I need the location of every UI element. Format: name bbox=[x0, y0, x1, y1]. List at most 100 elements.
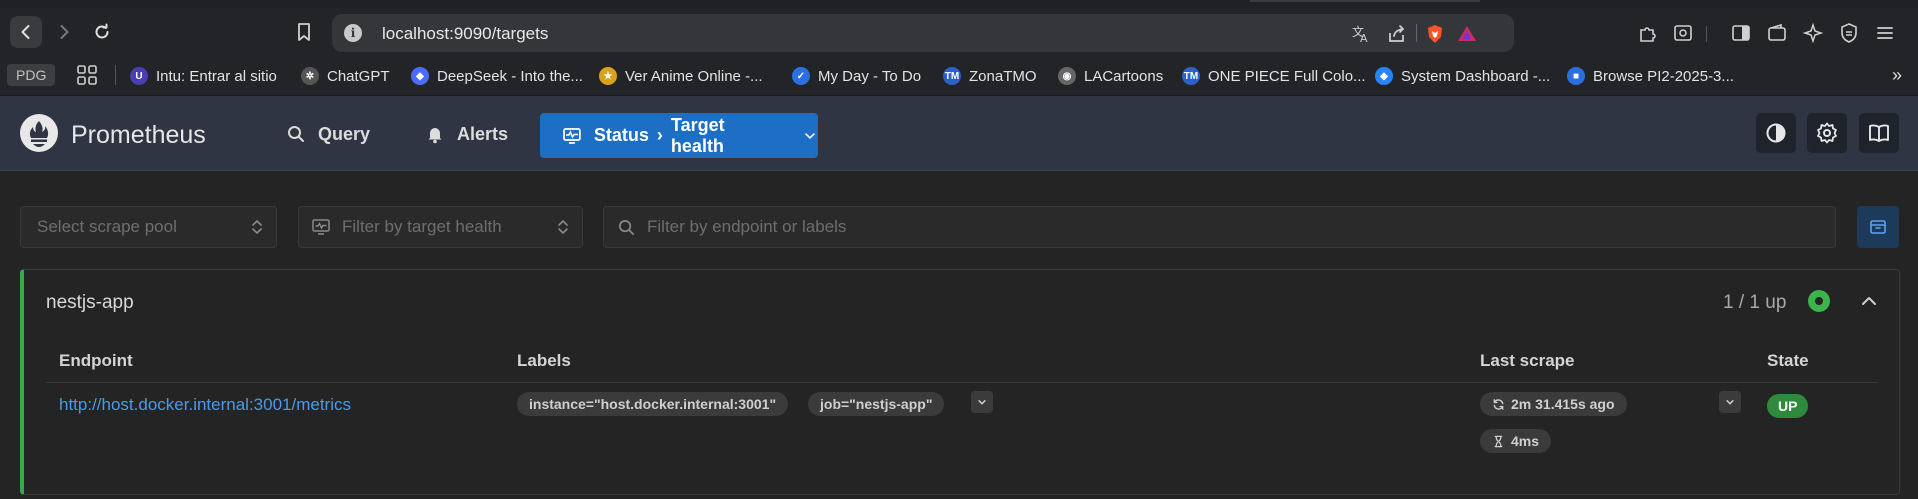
health-monitor-icon bbox=[312, 219, 330, 235]
bookmark-icon[interactable] bbox=[292, 20, 316, 44]
app-header: Prometheus Query Alerts Status › Target … bbox=[0, 96, 1918, 171]
last-scrape-text: 2m 31.415s ago bbox=[1511, 396, 1615, 412]
scrape-duration-badge: 4ms bbox=[1480, 429, 1552, 453]
collapse-all-button[interactable] bbox=[1857, 206, 1899, 248]
share-icon[interactable] bbox=[1386, 23, 1408, 45]
nav-status-menu[interactable]: Status › Target health bbox=[540, 113, 818, 158]
chevron-up-icon[interactable] bbox=[1858, 290, 1880, 312]
scrape-duration-text: 4ms bbox=[1511, 433, 1540, 449]
profile-chip[interactable]: PDG bbox=[7, 64, 56, 86]
bookmark-item[interactable]: ◉ LACartoons bbox=[1058, 65, 1163, 87]
nav-query-label: Query bbox=[318, 123, 371, 144]
column-header-endpoint: Endpoint bbox=[59, 351, 133, 370]
bookmark-item[interactable]: ✲ ChatGPT bbox=[301, 65, 390, 87]
brave-rewards-icon[interactable] bbox=[1456, 23, 1478, 45]
prometheus-logo[interactable] bbox=[20, 114, 58, 152]
jira-board-icon: ■ bbox=[1567, 67, 1585, 85]
header-divider bbox=[46, 382, 1878, 383]
bookmark-item[interactable]: ■ Browse PI2-2025-3... bbox=[1567, 65, 1734, 87]
label-badge-job: job="nestjs-app" bbox=[808, 392, 945, 416]
column-header-state: State bbox=[1767, 351, 1809, 370]
nav-alerts-label: Alerts bbox=[457, 123, 509, 144]
leo-ai-icon[interactable] bbox=[1802, 22, 1824, 44]
forward-button[interactable] bbox=[48, 16, 80, 48]
sidebar-icon[interactable] bbox=[1730, 22, 1752, 44]
bookmark-item[interactable]: TM ZonaTMO bbox=[943, 65, 1037, 87]
docs-button[interactable] bbox=[1859, 113, 1899, 153]
bookmark-label: Ver Anime Online -... bbox=[625, 67, 763, 85]
expand-scrape-details-button[interactable] bbox=[1719, 391, 1741, 413]
tab-strip bbox=[0, 0, 1918, 8]
target-health-placeholder: Filter by target health bbox=[342, 217, 502, 236]
intu-icon: U bbox=[130, 67, 148, 85]
bookmark-item[interactable]: ◆ DeepSeek - Into the... bbox=[411, 65, 583, 87]
forward-arrow-icon bbox=[60, 25, 69, 39]
url-text[interactable]: localhost:9090/targets bbox=[382, 24, 548, 44]
gear-icon bbox=[1817, 122, 1837, 144]
bookmark-item[interactable]: ◆ System Dashboard -... bbox=[1375, 65, 1550, 87]
back-button[interactable] bbox=[10, 16, 42, 48]
nav-query[interactable]: Query bbox=[286, 118, 370, 150]
scrape-pool-select[interactable]: Select scrape pool bbox=[20, 206, 277, 248]
bookmark-item[interactable]: ✓ My Day - To Do bbox=[792, 65, 921, 87]
scrape-pool-name: nestjs-app bbox=[46, 292, 134, 313]
contrast-icon bbox=[1766, 123, 1786, 143]
bookmark-label: Intu: Entrar al sitio bbox=[156, 67, 277, 85]
vpn-icon[interactable] bbox=[1838, 22, 1860, 44]
brand-title[interactable]: Prometheus bbox=[71, 121, 206, 150]
breadcrumb-separator: › bbox=[656, 125, 663, 145]
selector-caret-icon bbox=[252, 220, 262, 234]
search-icon bbox=[618, 219, 635, 236]
bookmark-item[interactable]: TM ONE PIECE Full Colo... bbox=[1182, 65, 1366, 87]
column-header-last-scrape: Last scrape bbox=[1480, 351, 1575, 370]
up-count: 1 / 1 up bbox=[1723, 292, 1787, 313]
endpoint-filter-input[interactable]: Filter by endpoint or labels bbox=[603, 206, 1836, 248]
search-icon bbox=[288, 126, 304, 142]
active-tab-hint[interactable] bbox=[1250, 0, 1480, 2]
site-info-icon[interactable]: i bbox=[344, 24, 362, 42]
bookmark-label: Browse PI2-2025-3... bbox=[1593, 67, 1734, 85]
settings-button[interactable] bbox=[1807, 113, 1847, 153]
hourglass-icon bbox=[1494, 435, 1503, 447]
endpoint-filter-placeholder: Filter by endpoint or labels bbox=[647, 217, 847, 236]
bookmark-label: My Day - To Do bbox=[818, 67, 922, 85]
bookmark-label: DeepSeek - Into the... bbox=[437, 67, 583, 85]
menu-icon[interactable] bbox=[1874, 22, 1896, 44]
deepseek-icon: ◆ bbox=[411, 67, 429, 85]
reload-button[interactable] bbox=[86, 16, 118, 48]
bookmark-item[interactable]: ★ Ver Anime Online -... bbox=[599, 65, 763, 87]
more-bookmarks-button[interactable]: » bbox=[1892, 65, 1902, 86]
translate-icon[interactable]: 文A bbox=[1350, 23, 1372, 45]
nav-alerts[interactable]: Alerts bbox=[425, 118, 508, 150]
scrape-pool-placeholder: Select scrape pool bbox=[37, 217, 177, 236]
bell-icon bbox=[428, 128, 442, 144]
state-badge: UP bbox=[1767, 394, 1809, 418]
selector-caret-icon bbox=[558, 220, 568, 234]
reader-search-icon[interactable] bbox=[1672, 22, 1694, 44]
last-scrape-badge: 2m 31.415s ago bbox=[1480, 392, 1627, 416]
zonatmo-icon: TM bbox=[943, 67, 961, 85]
todo-icon: ✓ bbox=[792, 67, 810, 85]
book-icon bbox=[1869, 124, 1889, 142]
chevron-down-icon bbox=[1726, 400, 1734, 405]
anime-icon: ★ bbox=[599, 67, 617, 85]
health-status-icon bbox=[1808, 290, 1830, 312]
bookmark-item[interactable]: U Intu: Entrar al sitio bbox=[130, 65, 277, 87]
expand-labels-button[interactable] bbox=[971, 391, 993, 413]
chatgpt-icon: ✲ bbox=[301, 67, 319, 85]
apps-grid-icon[interactable] bbox=[75, 63, 99, 87]
address-bar-divider bbox=[1416, 24, 1417, 42]
svg-text:A: A bbox=[1360, 32, 1368, 45]
address-bar[interactable]: i localhost:9090/targets 文A bbox=[332, 14, 1514, 52]
flame-icon bbox=[29, 121, 49, 147]
endpoint-link[interactable]: http://host.docker.internal:3001/metrics bbox=[59, 395, 351, 415]
bookmark-label: ChatGPT bbox=[327, 67, 390, 85]
extensions-icon[interactable] bbox=[1636, 22, 1658, 44]
archive-icon bbox=[1870, 220, 1886, 234]
refresh-icon bbox=[1493, 398, 1504, 410]
target-health-select[interactable]: Filter by target health bbox=[298, 206, 583, 248]
theme-toggle-button[interactable] bbox=[1756, 113, 1796, 153]
onepiece-icon: TM bbox=[1182, 67, 1200, 85]
wallet-icon[interactable] bbox=[1766, 22, 1788, 44]
brave-shields-icon[interactable] bbox=[1424, 23, 1446, 45]
